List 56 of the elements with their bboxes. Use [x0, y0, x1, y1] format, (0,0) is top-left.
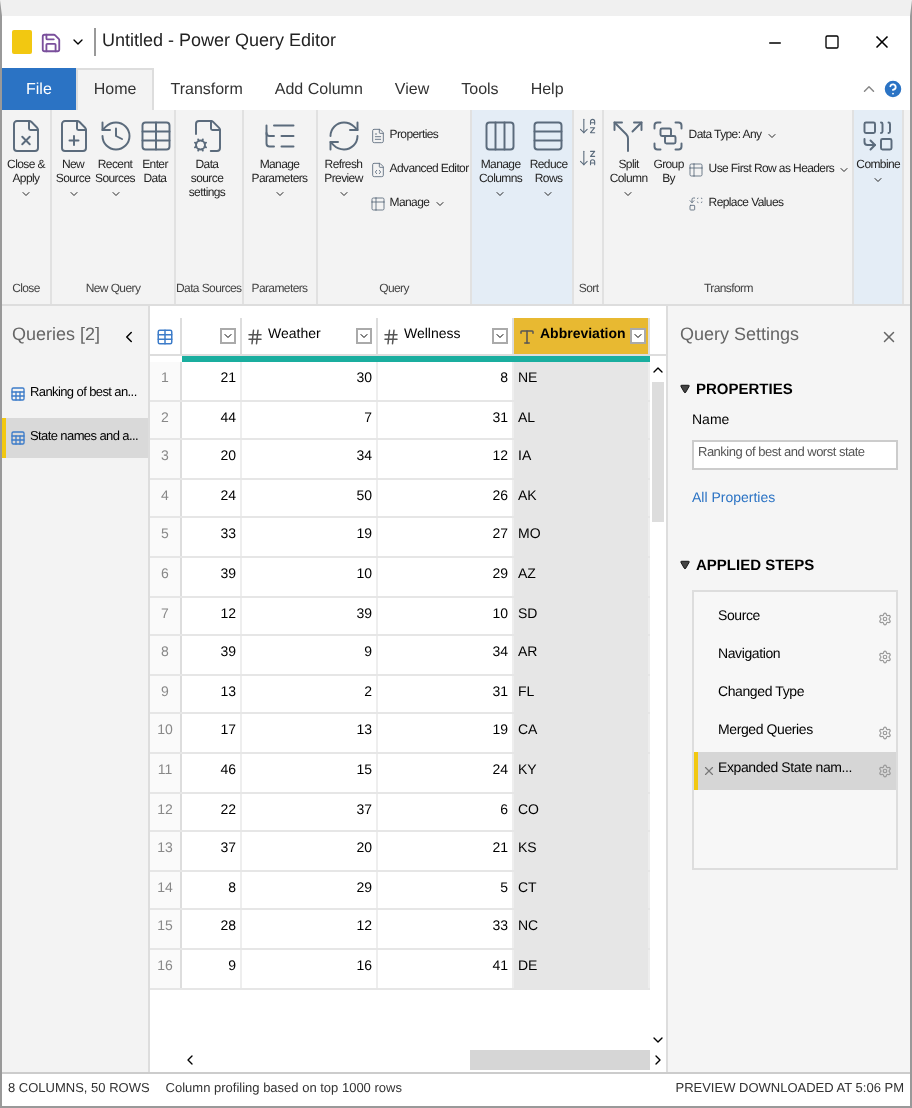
collapse-triangle-icon[interactable] [680, 560, 690, 571]
code-file-icon [369, 161, 386, 177]
sort-button[interactable] [576, 146, 601, 170]
ribbon-tab[interactable]: Add Column [258, 68, 379, 110]
scroll-left-icon[interactable] [182, 1052, 198, 1068]
sort-descending-icon [578, 148, 599, 168]
ribbon-tab[interactable]: Home [75, 68, 155, 110]
close-icon[interactable] [872, 32, 892, 52]
gear-icon[interactable] [878, 611, 892, 625]
table-icon [10, 386, 26, 402]
scrollbar-thumb[interactable] [652, 382, 664, 522]
dropdown-icon[interactable] [356, 328, 372, 344]
clock-icon [97, 118, 133, 154]
table-icon [10, 430, 26, 446]
document-icon [369, 127, 386, 143]
dropdown-icon[interactable] [629, 328, 646, 344]
gear-icon[interactable] [878, 725, 892, 739]
ribbon-tab[interactable]: View [378, 68, 446, 110]
ribbon-tab[interactable]: Help [514, 68, 580, 110]
scroll-down-icon[interactable] [650, 1032, 666, 1048]
ribbon-tab[interactable]: File [2, 68, 76, 110]
dropdown-icon[interactable] [492, 328, 508, 344]
help-icon[interactable] [882, 78, 904, 100]
file-x-icon [8, 118, 44, 154]
table-icon [688, 161, 705, 177]
collapse-triangle-icon[interactable] [680, 384, 690, 395]
scroll-up-icon[interactable] [650, 362, 666, 378]
table-icon [369, 195, 386, 211]
save-icon[interactable] [40, 31, 62, 53]
maximize-icon[interactable] [824, 34, 840, 50]
file-gear-icon [189, 118, 225, 154]
collapse-ribbon-icon[interactable] [860, 80, 878, 98]
scroll-right-icon[interactable] [650, 1052, 666, 1068]
scrollbar-thumb[interactable] [470, 1050, 650, 1070]
queries-title: Queries [2] [12, 322, 101, 349]
app-logo-icon [12, 30, 32, 54]
sort-button[interactable] [576, 114, 601, 138]
split-icon [610, 118, 647, 154]
table-icon [137, 118, 173, 154]
refresh-icon [325, 118, 362, 154]
delete-icon[interactable] [702, 763, 716, 777]
group-icon [650, 118, 687, 154]
sort-ascending-icon [578, 116, 599, 136]
window-title: Untitled - Power Query Editor [94, 28, 337, 56]
ribbon-tab[interactable]: Tools [445, 68, 515, 110]
rows-icon [530, 118, 567, 154]
table-menu-icon[interactable] [156, 327, 174, 345]
pane-title: Query Settings [680, 322, 800, 349]
collapse-icon[interactable] [120, 327, 138, 345]
combine-icon [860, 118, 897, 154]
file-plus-icon [55, 118, 91, 154]
ribbon-tab[interactable]: Transform [154, 68, 259, 110]
caret-icon[interactable] [70, 34, 86, 50]
dropdown-icon[interactable] [220, 328, 236, 344]
columns-icon [482, 118, 519, 154]
gear-icon[interactable] [878, 649, 892, 663]
